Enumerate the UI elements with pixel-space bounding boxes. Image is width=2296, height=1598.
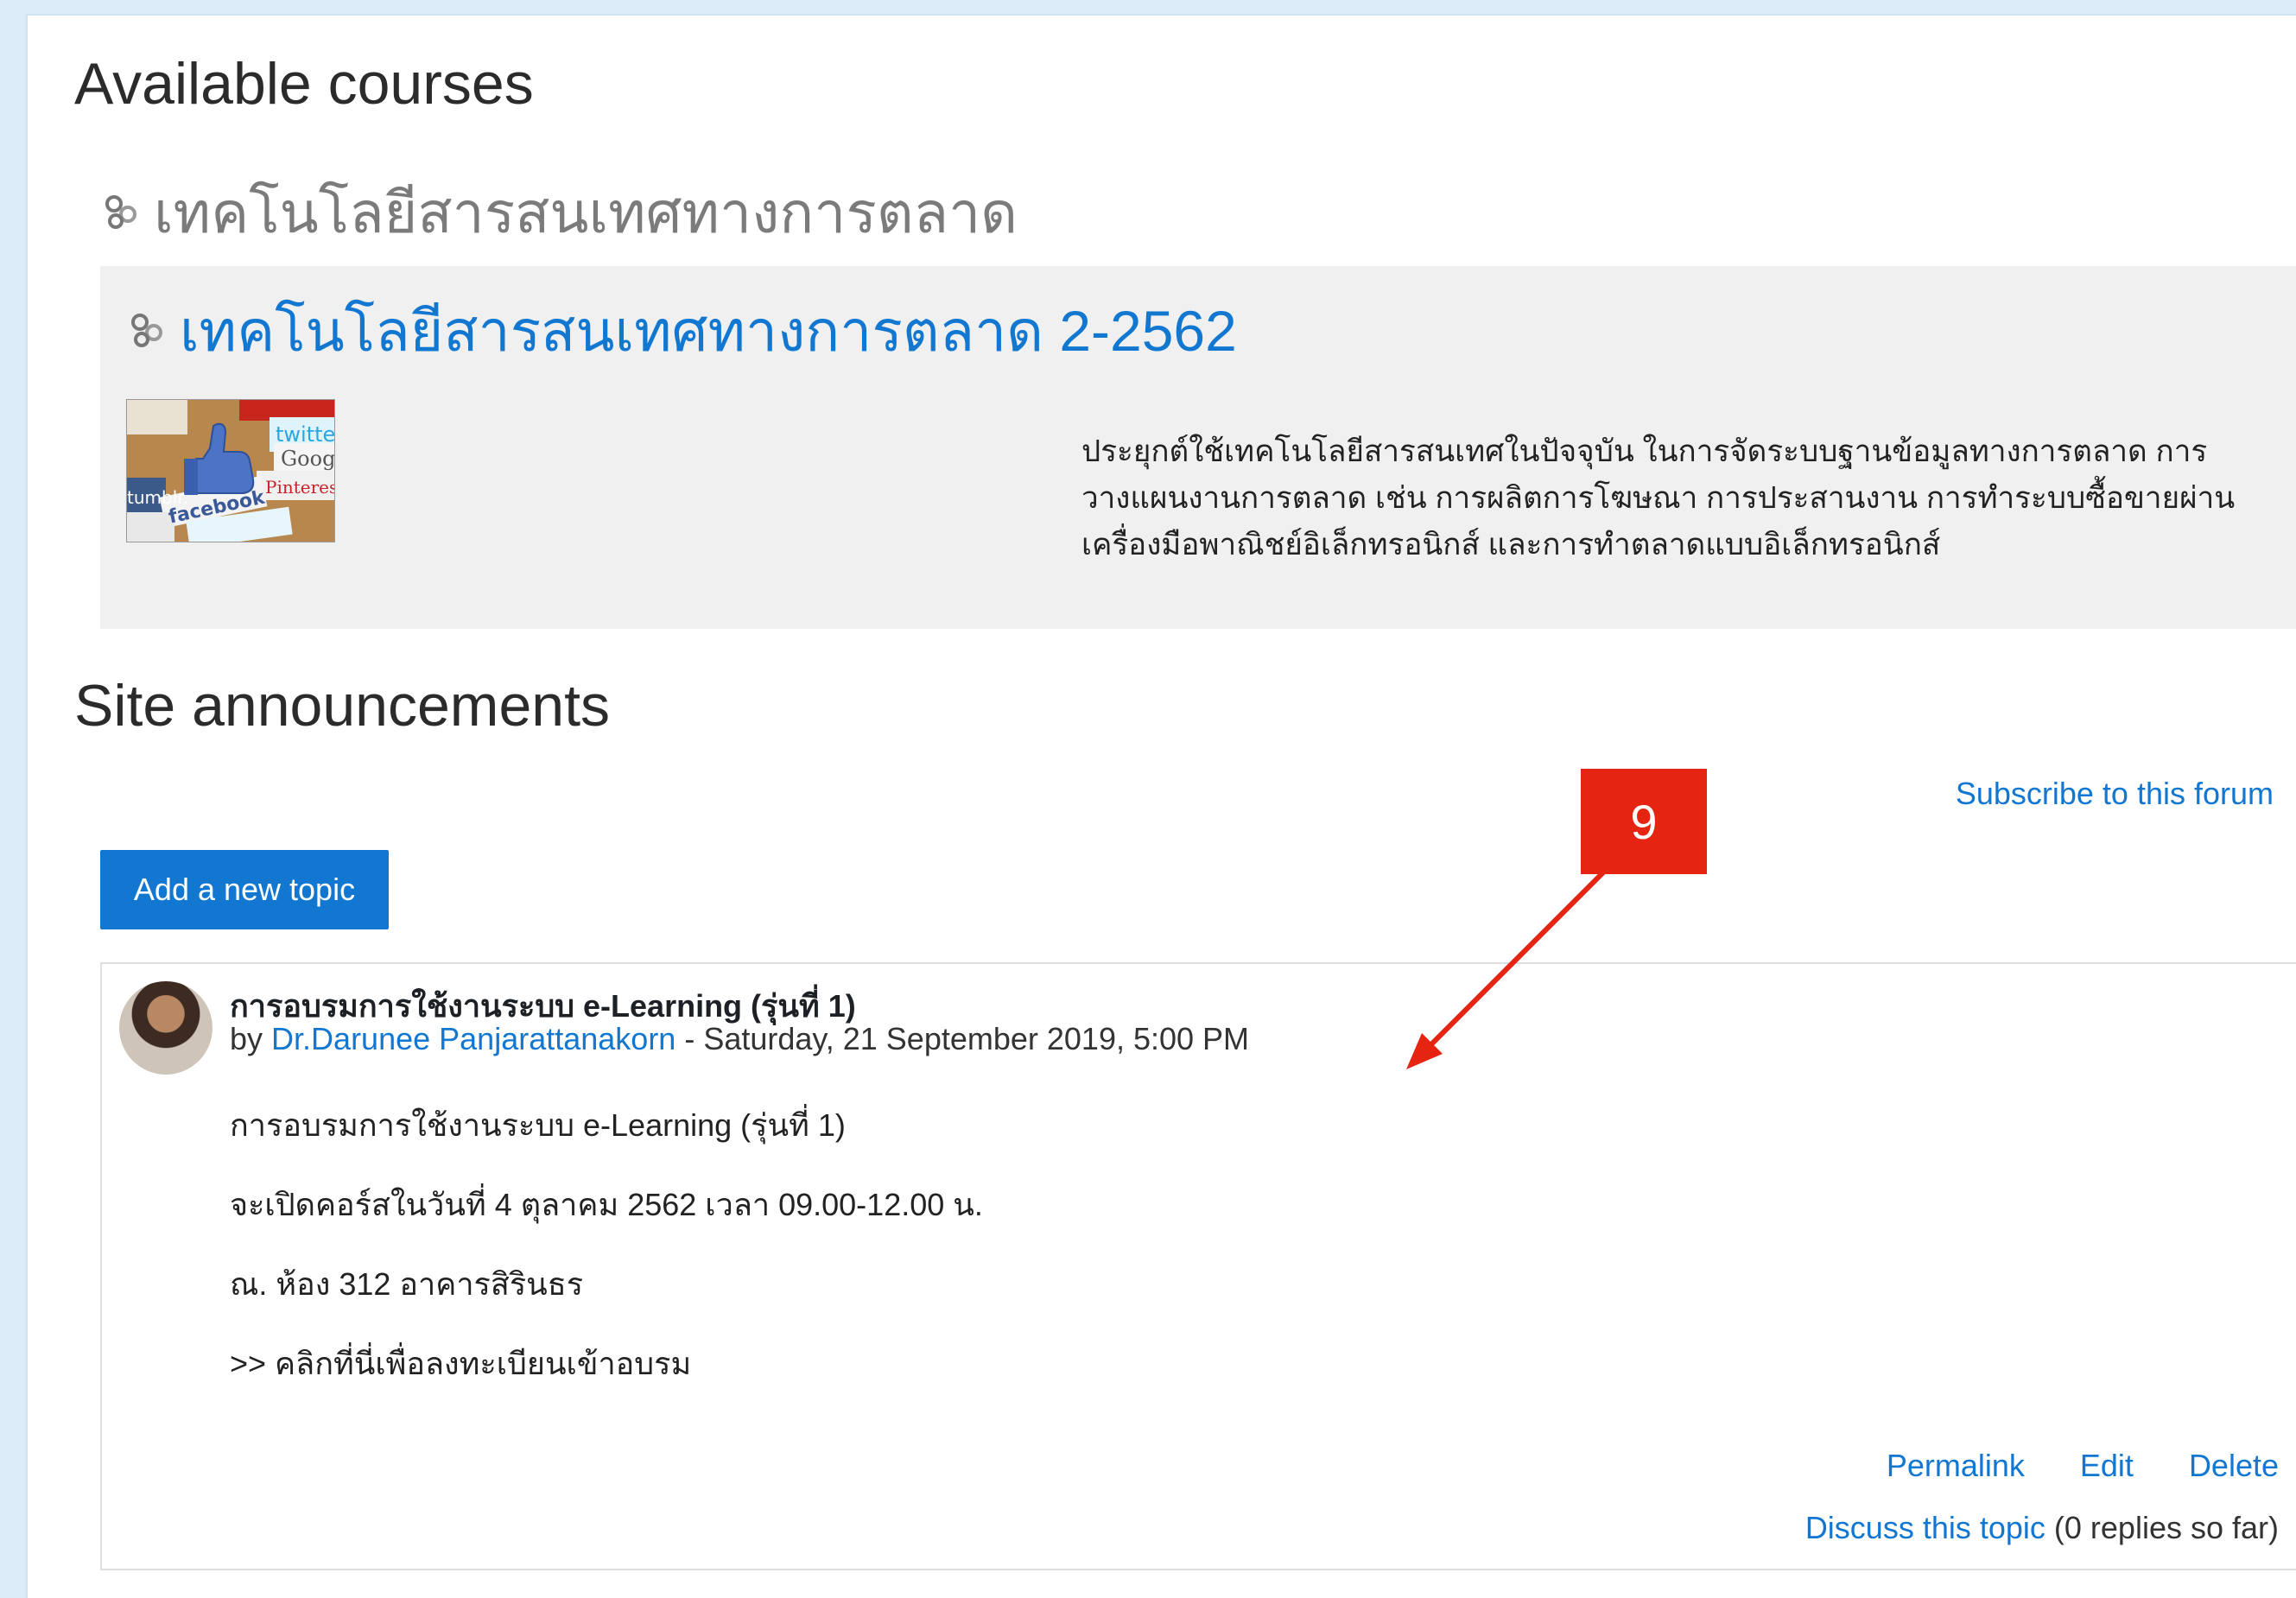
subscribe-forum-link[interactable]: Subscribe to this forum <box>1956 776 2274 812</box>
annotation-callout: 9 <box>1581 769 1707 874</box>
delete-link[interactable]: Delete <box>2189 1448 2279 1484</box>
course-title-link[interactable]: เทคโนโลยีสารสนเทศทางการตลาด 2-2562 <box>126 292 1237 370</box>
image-word-pinterest: Pinterest <box>265 477 334 498</box>
available-courses-heading: Available courses <box>74 51 534 117</box>
replies-count: (0 replies so far) <box>2045 1510 2279 1545</box>
post-by-label: by <box>230 1021 263 1056</box>
course-image[interactable]: twitter Google Pinterest tumblr. faceboo… <box>126 399 335 542</box>
discuss-topic-link[interactable]: Discuss this topic <box>1805 1510 2045 1545</box>
permalink-link[interactable]: Permalink <box>1887 1448 2025 1484</box>
post-body-line: จะเปิดคอร์สในวันที่ 4 ตุลาคม 2562 เวลา 0… <box>230 1187 983 1222</box>
post-register-link[interactable]: >> คลิกที่นี่เพื่อลงทะเบียนเข้าอบรม <box>230 1348 983 1380</box>
course-summary: ประยุกต์ใช้เทคโนโลยีสารสนเทศในปัจจุบัน ใ… <box>1081 434 2236 561</box>
discuss-row: Discuss this topic (0 replies so far) <box>1805 1510 2279 1546</box>
post-body: การอบรมการใช้งานระบบ e-Learning (รุ่นที่… <box>230 1109 983 1427</box>
post-body-line: การอบรมการใช้งานระบบ e-Learning (รุ่นที่… <box>230 1107 846 1143</box>
user-avatar[interactable] <box>119 981 212 1075</box>
course-icon <box>131 314 162 347</box>
image-word-twitter: twitter <box>276 422 334 447</box>
site-announcements-heading: Site announcements <box>74 673 610 739</box>
course-title-label: เทคโนโลยีสารสนเทศทางการตลาด 2-2562 <box>180 298 1237 363</box>
post-meta: by Dr.Darunee Panjarattanakorn - Saturda… <box>230 1021 1249 1057</box>
course-box: เทคโนโลยีสารสนเทศทางการตลาด 2-2562 twitt… <box>100 266 2296 629</box>
forum-post: การอบรมการใช้งานระบบ e-Learning (รุ่นที่… <box>100 962 2296 1570</box>
post-date: - Saturday, 21 September 2019, 5:00 PM <box>675 1021 1250 1056</box>
add-new-topic-button[interactable]: Add a new topic <box>100 850 389 929</box>
course-category-label: เทคโนโลยีสารสนเทศทางการตลาด <box>154 180 1018 244</box>
edit-link[interactable]: Edit <box>2080 1448 2134 1484</box>
course-category-link[interactable]: เทคโนโลยีสารสนเทศทางการตลาด <box>100 169 1018 256</box>
course-icon <box>105 195 136 229</box>
post-author-link[interactable]: Dr.Darunee Panjarattanakorn <box>271 1021 675 1056</box>
image-word-google: Google <box>281 447 334 471</box>
post-body-line: ณ. ห้อง 312 อาคารสิรินธร <box>230 1266 584 1302</box>
post-actions: Permalink Edit Delete <box>1887 1448 2279 1484</box>
page-content: Available courses เทคโนโลยีสารสนเทศทางกา… <box>26 14 2296 1598</box>
